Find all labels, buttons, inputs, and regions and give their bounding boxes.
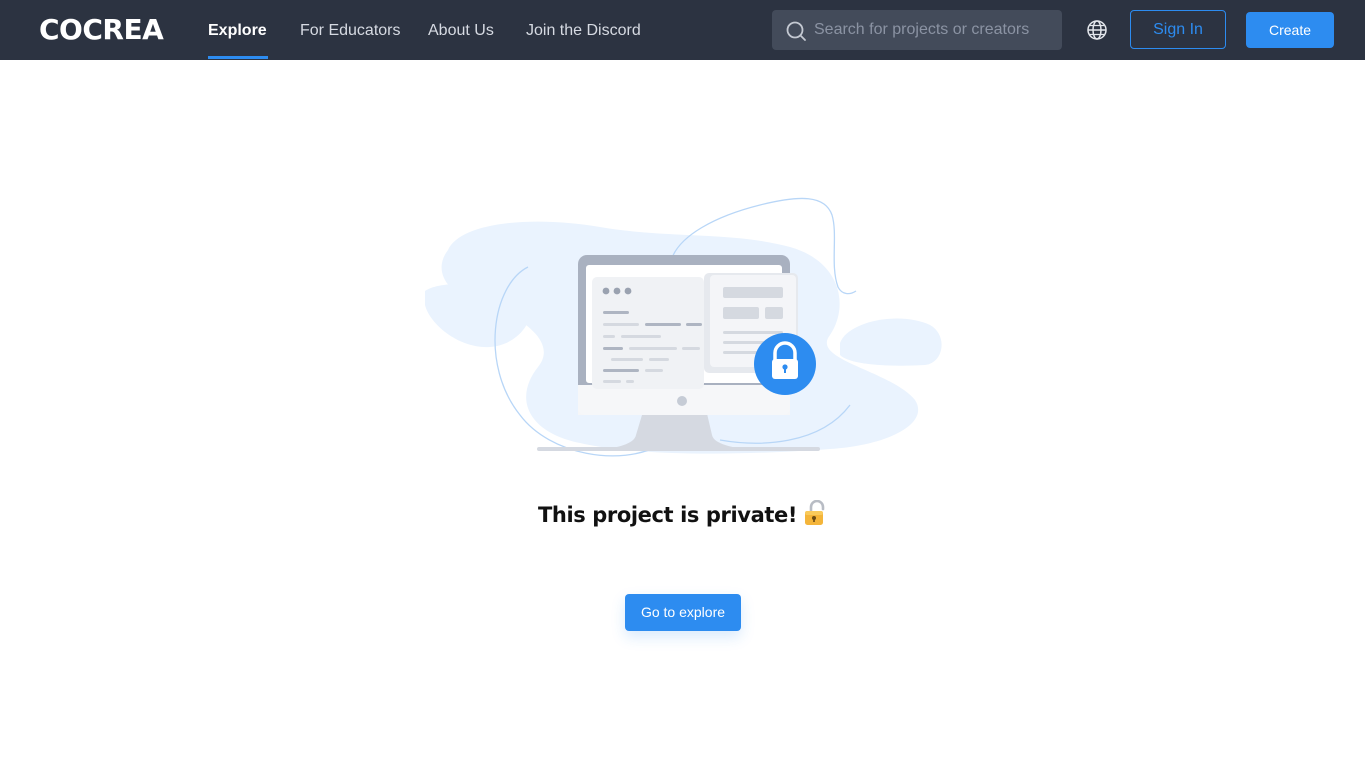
nav-active-indicator [208,56,268,59]
private-project-message: This project is private! [0,500,1365,530]
top-navigation-bar: COCREA Explore For Educators About Us Jo… [0,0,1365,60]
lock-emoji-icon [805,500,825,525]
logo[interactable]: COCREA [39,13,164,47]
search-icon [786,21,806,41]
nav-about-us[interactable]: About Us [428,0,494,60]
search-input[interactable] [814,10,1054,50]
go-to-explore-button[interactable]: Go to explore [625,594,741,631]
create-button[interactable]: Create [1246,12,1334,48]
search-box[interactable] [772,10,1062,50]
sign-in-button[interactable]: Sign In [1130,10,1226,49]
globe-icon[interactable] [1086,19,1108,41]
private-project-illustration [425,197,942,457]
private-message-text: This project is private! [537,503,798,527]
nav-explore[interactable]: Explore [208,0,267,60]
nav-join-discord[interactable]: Join the Discord [526,0,641,60]
nav-for-educators[interactable]: For Educators [300,0,400,60]
